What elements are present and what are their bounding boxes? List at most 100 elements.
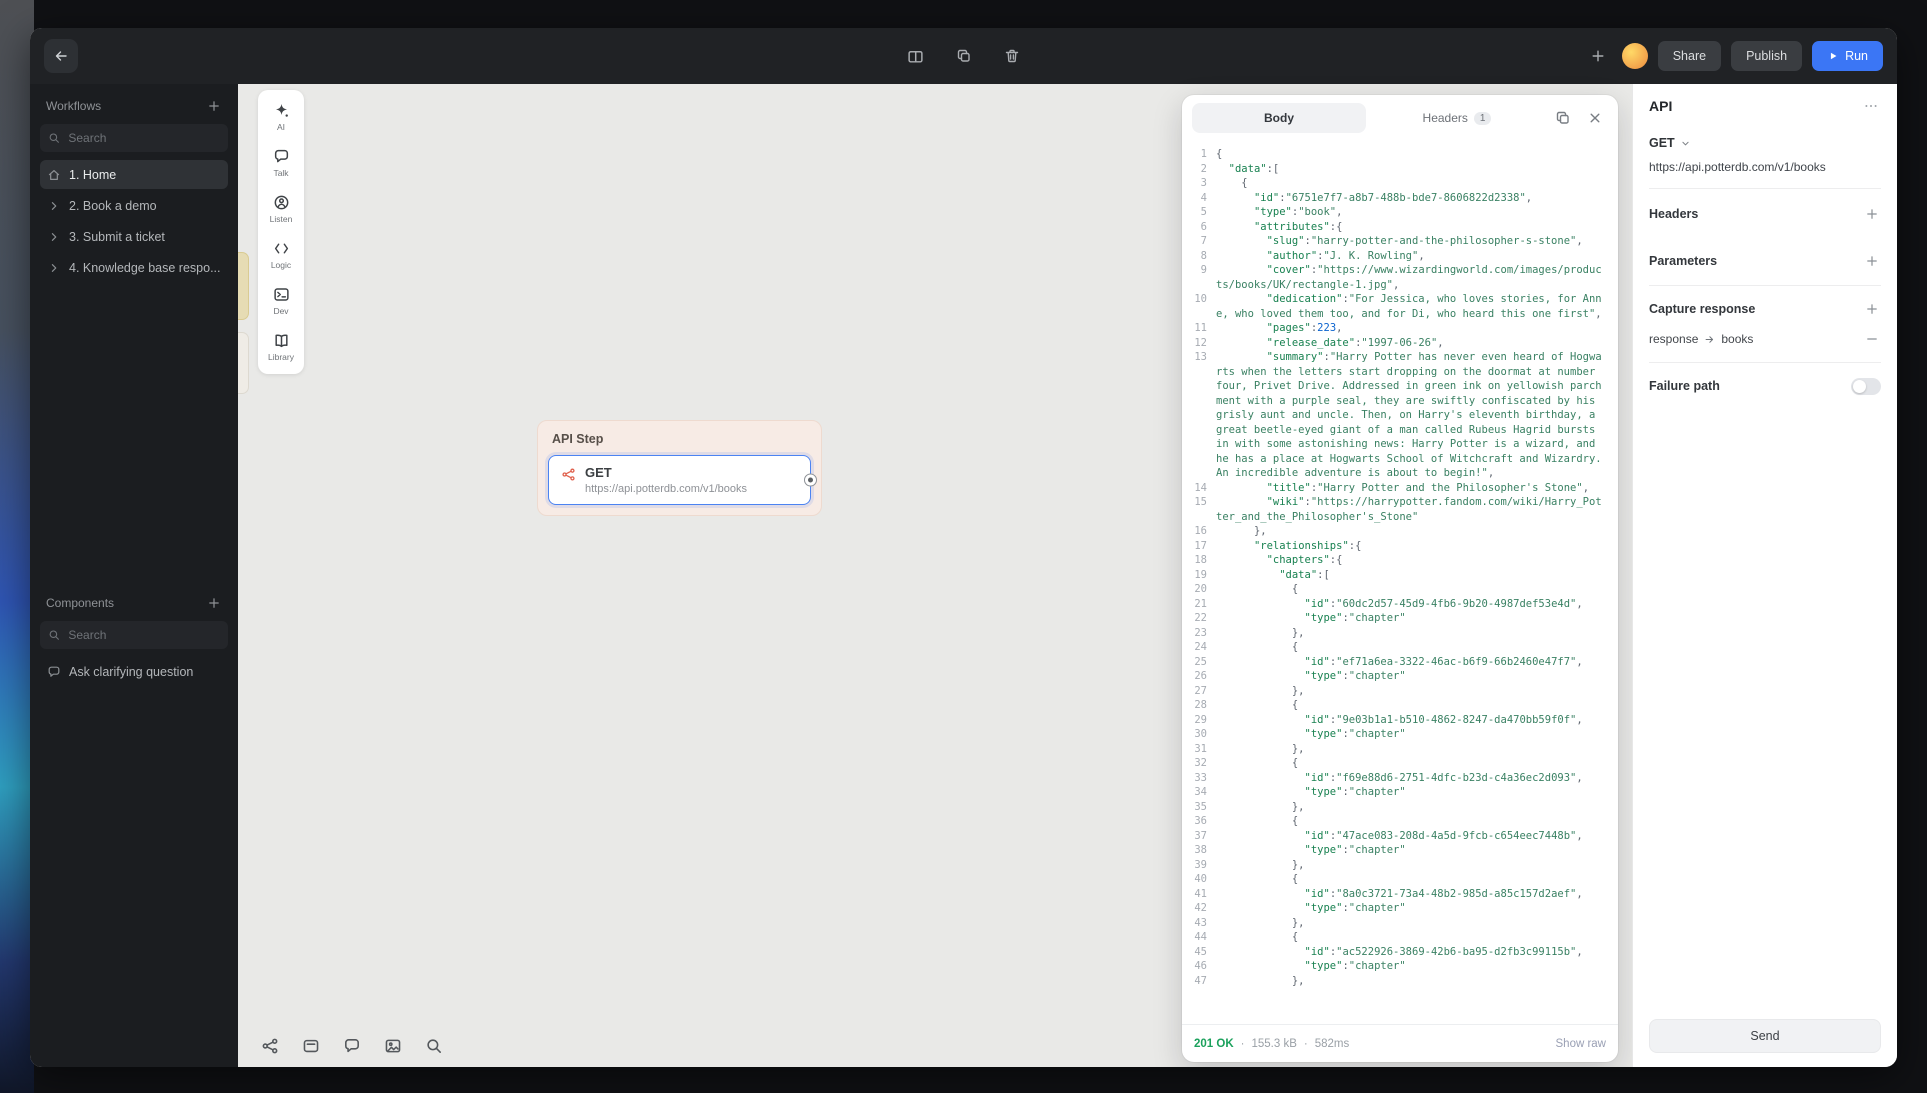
sidebar-item-label: 1. Home xyxy=(69,167,117,182)
add-capture-button[interactable] xyxy=(1863,300,1881,318)
request-url: https://api.potterdb.com/v1/books xyxy=(1649,160,1826,174)
code-line: 2 "data":[ xyxy=(1200,162,1280,175)
tab-body[interactable]: Body xyxy=(1192,103,1366,133)
send-button[interactable]: Send xyxy=(1649,1019,1881,1053)
code-line: 40 { xyxy=(1194,873,1299,885)
code-line: 15 "wiki":"https://harrypotter.fandom.co… xyxy=(1194,496,1602,523)
code-line: 31 }, xyxy=(1194,742,1305,755)
chevron-down-icon xyxy=(1680,138,1691,149)
workflow-list: 1. Home 2. Book a demo 3. Submit a ticket 4… xyxy=(40,160,228,282)
add-workflow-button[interactable] xyxy=(206,98,222,114)
note-icon xyxy=(302,1037,320,1055)
search-icon xyxy=(48,628,60,642)
capture-response-label: Capture response xyxy=(1649,302,1756,316)
add-component-button[interactable] xyxy=(206,595,222,611)
palette-item-dev[interactable]: Dev xyxy=(261,281,301,321)
code-line: 4 "id":"6751e7f7-a8b7-488b-bde7-8606822d… xyxy=(1200,191,1533,204)
add-button[interactable] xyxy=(1584,42,1612,70)
workflows-title: Workflows xyxy=(46,99,102,113)
topbar: Share Publish Run xyxy=(30,28,1897,84)
tab-headers[interactable]: Headers 1 xyxy=(1370,103,1544,133)
code-line: 42 "type":"chapter" xyxy=(1194,902,1406,914)
palette-item-listen[interactable]: Listen xyxy=(261,189,301,229)
palette-item-ai[interactable]: AI xyxy=(261,97,301,137)
sidebar-item[interactable]: 1. Home xyxy=(40,160,228,189)
person-icon xyxy=(273,194,290,211)
close-icon xyxy=(1587,110,1603,126)
code-line: 24 { xyxy=(1194,641,1299,653)
play-icon xyxy=(1827,50,1839,62)
palette-item-label: Dev xyxy=(273,306,289,316)
publish-button[interactable]: Publish xyxy=(1731,41,1803,71)
sidebar-item-label: 3. Submit a ticket xyxy=(69,229,165,244)
palette-item-talk[interactable]: Talk xyxy=(261,143,301,183)
user-avatar[interactable] xyxy=(1621,43,1648,69)
palette-item-logic[interactable]: Logic xyxy=(261,235,301,275)
sidebar-item[interactable]: 2. Book a demo xyxy=(40,191,228,220)
palette-item-label: Logic xyxy=(270,260,292,270)
share-button[interactable]: Share xyxy=(1657,41,1722,71)
code-line: 11 "pages":223, xyxy=(1194,322,1343,334)
brackets-icon xyxy=(273,240,290,257)
api-step-card[interactable]: API Step GET https://api.potterdb.com/v1… xyxy=(537,420,822,516)
back-arrow-icon xyxy=(53,48,69,64)
comment-tool-button[interactable] xyxy=(342,1037,362,1057)
code-line: 41 "id":"8a0c3721-73a4-48b2-985d-a85c157… xyxy=(1194,887,1583,900)
sidebar-item-ask-clarifying-question[interactable]: Ask clarifying question xyxy=(40,657,228,686)
trash-icon xyxy=(1004,48,1020,64)
sidebar-item-label: Ask clarifying question xyxy=(69,664,194,679)
method-dropdown[interactable]: GET xyxy=(1649,136,1881,150)
api-get-node[interactable]: GET https://api.potterdb.com/v1/books xyxy=(548,455,817,505)
media-tool-button[interactable] xyxy=(383,1037,403,1057)
palette-item-library[interactable]: Library xyxy=(261,327,301,367)
sidebar-item[interactable]: 4. Knowledge base respo... xyxy=(40,253,228,282)
code-line: 28 { xyxy=(1194,699,1299,711)
code-line: 6 "attributes":{ xyxy=(1200,220,1343,233)
code-line: 3 { xyxy=(1200,177,1248,189)
code-line: 32 { xyxy=(1194,757,1299,769)
panel-layout-button[interactable] xyxy=(902,42,930,70)
components-search-input[interactable] xyxy=(68,628,220,642)
plus-icon xyxy=(1865,254,1879,268)
zoom-tool-button[interactable] xyxy=(424,1037,444,1057)
code-line: 21 "id":"60dc2d57-45d9-4fb6-9b20-4987def… xyxy=(1194,597,1583,610)
note-tool-button[interactable] xyxy=(301,1037,321,1057)
back-button[interactable] xyxy=(44,39,78,73)
sidebar: Workflows 1. Home 2. Book a demo 3. Submit… xyxy=(30,84,238,1067)
components-title: Components xyxy=(46,596,115,610)
minus-icon xyxy=(1865,332,1879,346)
more-options-icon xyxy=(1863,98,1879,114)
show-raw-link[interactable]: Show raw xyxy=(1556,1038,1607,1050)
response-body-viewer[interactable]: 1{2 "data":[3 {4 "id":"6751e7f7-a8b7-488… xyxy=(1182,141,1618,1024)
close-response-button[interactable] xyxy=(1582,105,1608,131)
run-button-label: Run xyxy=(1845,49,1868,63)
delete-button[interactable] xyxy=(998,42,1026,70)
add-parameter-button[interactable] xyxy=(1863,252,1881,270)
tool-palette: AI Talk Listen Logic Dev Library xyxy=(258,90,304,374)
output-port[interactable] xyxy=(804,473,817,487)
partial-node xyxy=(238,332,249,394)
duplicate-button[interactable] xyxy=(950,42,978,70)
code-line: 9 "cover":"https://www.wizardingworld.co… xyxy=(1200,264,1602,291)
code-line: 25 "id":"ef71a6ea-3322-46ac-b6f9-66b2460… xyxy=(1194,655,1583,668)
workflow-search xyxy=(40,124,228,152)
plus-icon xyxy=(1865,207,1879,221)
remove-capture-button[interactable] xyxy=(1863,330,1881,348)
plus-icon xyxy=(1865,302,1879,316)
failure-path-toggle[interactable] xyxy=(1851,377,1881,395)
inspector-menu-button[interactable] xyxy=(1861,96,1881,116)
terminal-icon xyxy=(273,286,290,303)
copy-response-button[interactable] xyxy=(1550,105,1576,131)
flow-tool-button[interactable] xyxy=(260,1037,280,1057)
partial-node xyxy=(238,252,249,320)
divider xyxy=(1649,188,1881,189)
node-inspector: API GET https://api.potterdb.com/v1/book… xyxy=(1632,84,1897,1067)
run-button[interactable]: Run xyxy=(1812,41,1883,71)
divider xyxy=(1649,362,1881,363)
code-line: 45 "id":"ac522926-3869-42b6-ba95-d2fb3c9… xyxy=(1194,945,1583,958)
add-header-button[interactable] xyxy=(1863,205,1881,223)
code-line: 20 { xyxy=(1194,583,1299,595)
workflow-search-input[interactable] xyxy=(68,131,220,145)
sidebar-item[interactable]: 3. Submit a ticket xyxy=(40,222,228,251)
code-line: 35 }, xyxy=(1194,800,1305,813)
